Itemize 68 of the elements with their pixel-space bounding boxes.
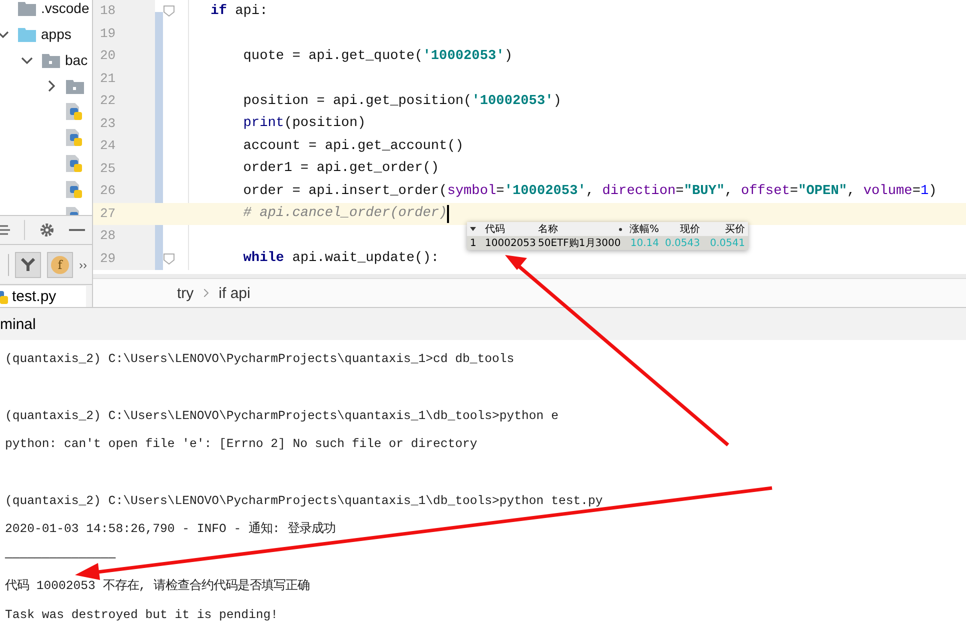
folder-icon [18,0,36,16]
table-cell-text: 10002053 [484,238,535,248]
line-number: 22 [93,90,155,112]
chevron-right-icon [204,289,209,297]
folder-icon [66,78,84,94]
python-file-icon [66,129,84,147]
terminal-line: (quantaxis_2) C:\Users\LENOVO\PycharmProjects\quantaxis_1\db_tools>python test.py [5,492,604,510]
breadcrumb-item[interactable]: if api [218,284,250,302]
terminal-line: (quantaxis_2) C:\Users\LENOVO\PycharmProjects\quantaxis_1\db_tools>python e [5,408,560,424]
python-file-icon [66,181,84,199]
python-file-icon [66,155,84,173]
tree-item-label[interactable]: apps [41,26,72,42]
settings-icon[interactable] [39,222,55,238]
panel-title[interactable]: minal [0,316,36,332]
terminal-line: 2020-01-03 14:58:26,790 - INFO - 通知: 登录成功 [5,520,336,538]
column-header[interactable]: 现价 [680,222,700,236]
terminal-line: Task was destroyed but it is pending! [5,606,280,624]
code-line: order = api.insert_order(symbol='10002053', direction="BUY", offset="OPEN", volume=1) [242,184,937,199]
code-line: print(position) [242,116,366,132]
fold-marker-icon[interactable] [163,5,175,18]
python-file-icon [0,290,10,304]
line-number: 25 [93,158,155,180]
python-file-icon [66,103,84,121]
table-cell-text: 0.0541 [709,238,746,248]
line-number: 23 [93,112,155,135]
column-header[interactable]: 涨幅% [629,222,659,236]
line-number: 28 [93,225,155,248]
file-tab[interactable]: test.py [0,286,86,307]
line-number: 19 [93,22,155,45]
line-number: 26 [93,180,155,202]
dropdown-icon[interactable] [470,227,476,231]
column-header[interactable]: 代码 [485,222,505,236]
function-button[interactable]: f [47,252,73,278]
code-line: position = api.get_position('10002053') [242,94,562,109]
line-number: 20 [93,45,155,68]
code-line: account = api.get_account() [242,138,464,154]
terminal-line: ——————————————— [5,550,117,566]
terminal-line: 代码 10002053 不存在, 请检查合约代码是否填写正确 [5,578,311,595]
line-number: 21 [93,68,155,90]
folder-icon [18,26,36,42]
table-cell-text: 0.0543 [664,238,701,248]
fold-marker-icon[interactable] [163,252,175,265]
text-cursor [447,204,450,223]
table-cell-text: 50ETF购1月3000 [537,237,622,250]
row-number: 1 [469,238,478,248]
terminal-line: python: can't open file 'e': [Errno 2] No such file or directory [5,436,478,453]
line-number: 29 [93,248,155,270]
code-line: # api.cancel_order(order) [242,206,448,222]
breadcrumb-item[interactable]: try [177,284,194,302]
filter-icon [21,258,35,272]
code-line: if api: [210,4,268,19]
column-header[interactable]: 买价 [725,222,745,236]
more-tools-button[interactable]: ›› [79,258,87,272]
column-header[interactable]: 名称 [538,222,558,236]
terminal-line: (quantaxis_2) C:\Users\LENOVO\PycharmProjects\quantaxis_1>cd db_tools [5,351,516,368]
line-number: 24 [93,135,155,158]
tree-item-label[interactable]: .vscode [41,0,90,16]
code-line: while api.wait_update(): [242,251,440,266]
code-line: quote = api.get_quote('10002053') [242,48,512,64]
filter-button[interactable] [15,252,41,278]
line-number: 18 [93,0,155,22]
collapse-icon[interactable] [0,223,10,237]
code-line: order1 = api.get_order() [242,161,440,176]
table-cell-text: 10.14 [629,238,660,248]
minimize-icon[interactable] [69,228,85,232]
folder-icon [42,52,60,68]
sort-dot-icon [619,228,622,230]
tree-item-label[interactable]: bac [65,52,88,68]
